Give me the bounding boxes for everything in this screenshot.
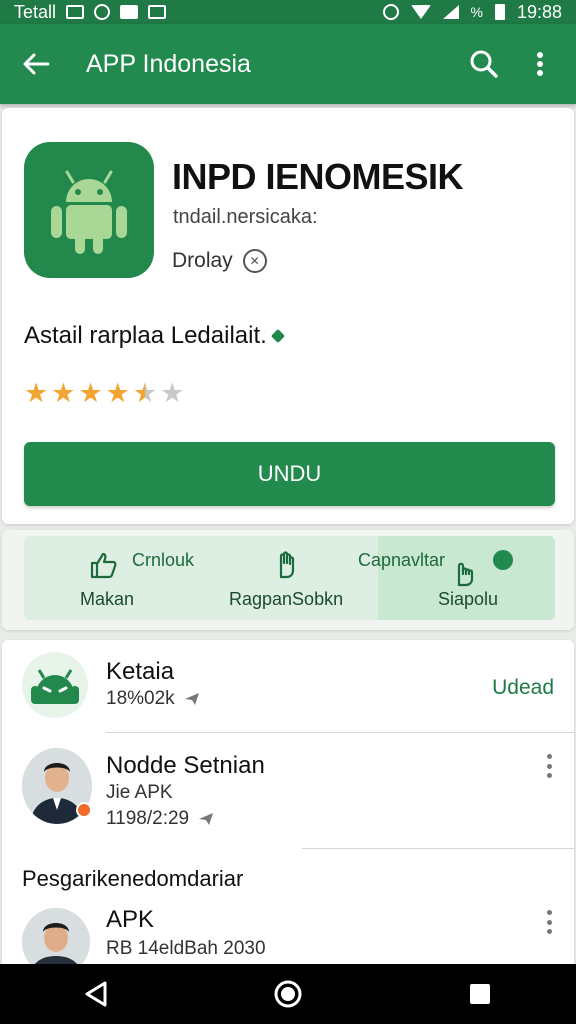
action-3-top-label: Capnavltar	[358, 550, 446, 570]
actions-card: Crnlouk Makan RagpanSobkn Capnavltar Sia…	[2, 530, 574, 630]
back-triangle-icon[interactable]	[66, 964, 126, 1024]
list-item[interactable]: Ketaia 18%02k Udead	[2, 640, 574, 732]
mail-icon	[66, 5, 85, 19]
content-rating-icon: ✕	[242, 249, 267, 273]
description-text: Astail rarplaa Ledailait.	[24, 322, 267, 349]
action-1-top-label: Crnlouk	[132, 550, 195, 570]
half-star-icon: ★	[132, 378, 158, 408]
app-description: Astail rarplaa Ledailait.	[24, 322, 285, 350]
message-icon	[120, 5, 139, 19]
list-item[interactable]: Nodde Setnian Jie APK 1198/2:29	[2, 740, 574, 840]
system-nav-bar	[0, 964, 576, 1024]
star-icon: ★	[51, 378, 76, 408]
alarm-icon	[94, 4, 111, 20]
app-name: INPD IENOMESIK	[172, 156, 464, 197]
action-1-label: Makan	[80, 589, 135, 609]
clock: 19:88	[516, 1, 562, 22]
more-vert-icon[interactable]	[546, 754, 552, 778]
more-vert-icon[interactable]	[546, 910, 552, 934]
install-button-label: UNDU	[257, 461, 322, 486]
android-robot-avatar	[22, 652, 88, 718]
action-item-1[interactable]: Crnlouk Makan	[24, 536, 201, 620]
wifi-icon	[410, 5, 431, 19]
app-category: Drolay ✕	[172, 249, 267, 273]
rating-stars: ★ ★ ★ ★ ★ ★	[24, 380, 184, 407]
search-icon[interactable]	[456, 36, 512, 92]
arrow-left-icon[interactable]	[8, 36, 64, 92]
item-subtitle: RB 14eldBah 2030	[106, 938, 266, 959]
star-icon: ★	[78, 378, 103, 408]
leaf-icon	[270, 328, 285, 344]
app-header-card: INPD IENOMESIK tndail.nersicaka: Drolay …	[2, 108, 574, 524]
image-icon	[148, 5, 167, 19]
recents-square-icon[interactable]	[450, 964, 510, 1024]
carrier-label: Tetall	[14, 1, 57, 22]
divider	[106, 732, 574, 733]
divider	[302, 848, 574, 849]
actions-row: Crnlouk Makan RagpanSobkn Capnavltar Sia…	[24, 536, 555, 620]
home-circle-icon[interactable]	[258, 964, 318, 1024]
star-icon: ★	[24, 378, 49, 408]
item-subtitle: Jie APK	[106, 782, 173, 803]
category-label: Drolay	[172, 249, 233, 272]
action-item-3[interactable]: Capnavltar Siapolu	[358, 536, 555, 620]
install-button[interactable]: UNDU	[24, 442, 555, 506]
more-vert-icon[interactable]	[512, 36, 568, 92]
update-button[interactable]: Udead	[492, 676, 554, 700]
app-bar: APP Indonesia	[0, 24, 576, 104]
section-title: Pesgarikenedomdariar	[22, 866, 244, 891]
app-list-card: Ketaia 18%02k Udead Nodde Setnian Jie AP…	[2, 640, 574, 976]
battery-percent-glyph: %	[470, 4, 483, 20]
item-size: 18%02k	[106, 688, 175, 709]
thumbs-up-icon	[90, 552, 117, 579]
item-subtitle: 18%02k	[106, 688, 201, 710]
action-item-2[interactable]: RagpanSobkn	[201, 536, 378, 620]
item-title: Ketaia	[106, 658, 175, 685]
battery-icon	[494, 4, 505, 20]
item-date: 1198/2:29	[106, 808, 190, 829]
star-icon: ★	[160, 378, 185, 408]
android-app-icon	[24, 142, 154, 278]
notification-dot-icon	[493, 550, 513, 570]
app-developer[interactable]: tndail.nersicaka:	[173, 206, 318, 229]
pin-icon	[184, 693, 199, 705]
mute-icon	[382, 4, 399, 20]
pin-icon	[199, 813, 214, 825]
badge-icon	[76, 802, 92, 818]
action-3-label: Siapolu	[438, 589, 499, 609]
status-bar: Tetall % 19:88	[0, 0, 576, 24]
item-meta: 1198/2:29	[106, 808, 215, 830]
star-icon: ★	[105, 378, 130, 408]
action-2-label: RagpanSobkn	[229, 589, 344, 609]
item-title: APK	[106, 906, 155, 933]
app-bar-title: APP Indonesia	[86, 49, 251, 78]
list-item[interactable]: APK RB 14eldBah 2030	[2, 902, 574, 976]
hand-icon	[279, 551, 295, 579]
pointer-hand-icon	[457, 562, 474, 587]
item-title: Nodde Setnian	[106, 752, 265, 779]
signal-icon	[442, 5, 459, 19]
